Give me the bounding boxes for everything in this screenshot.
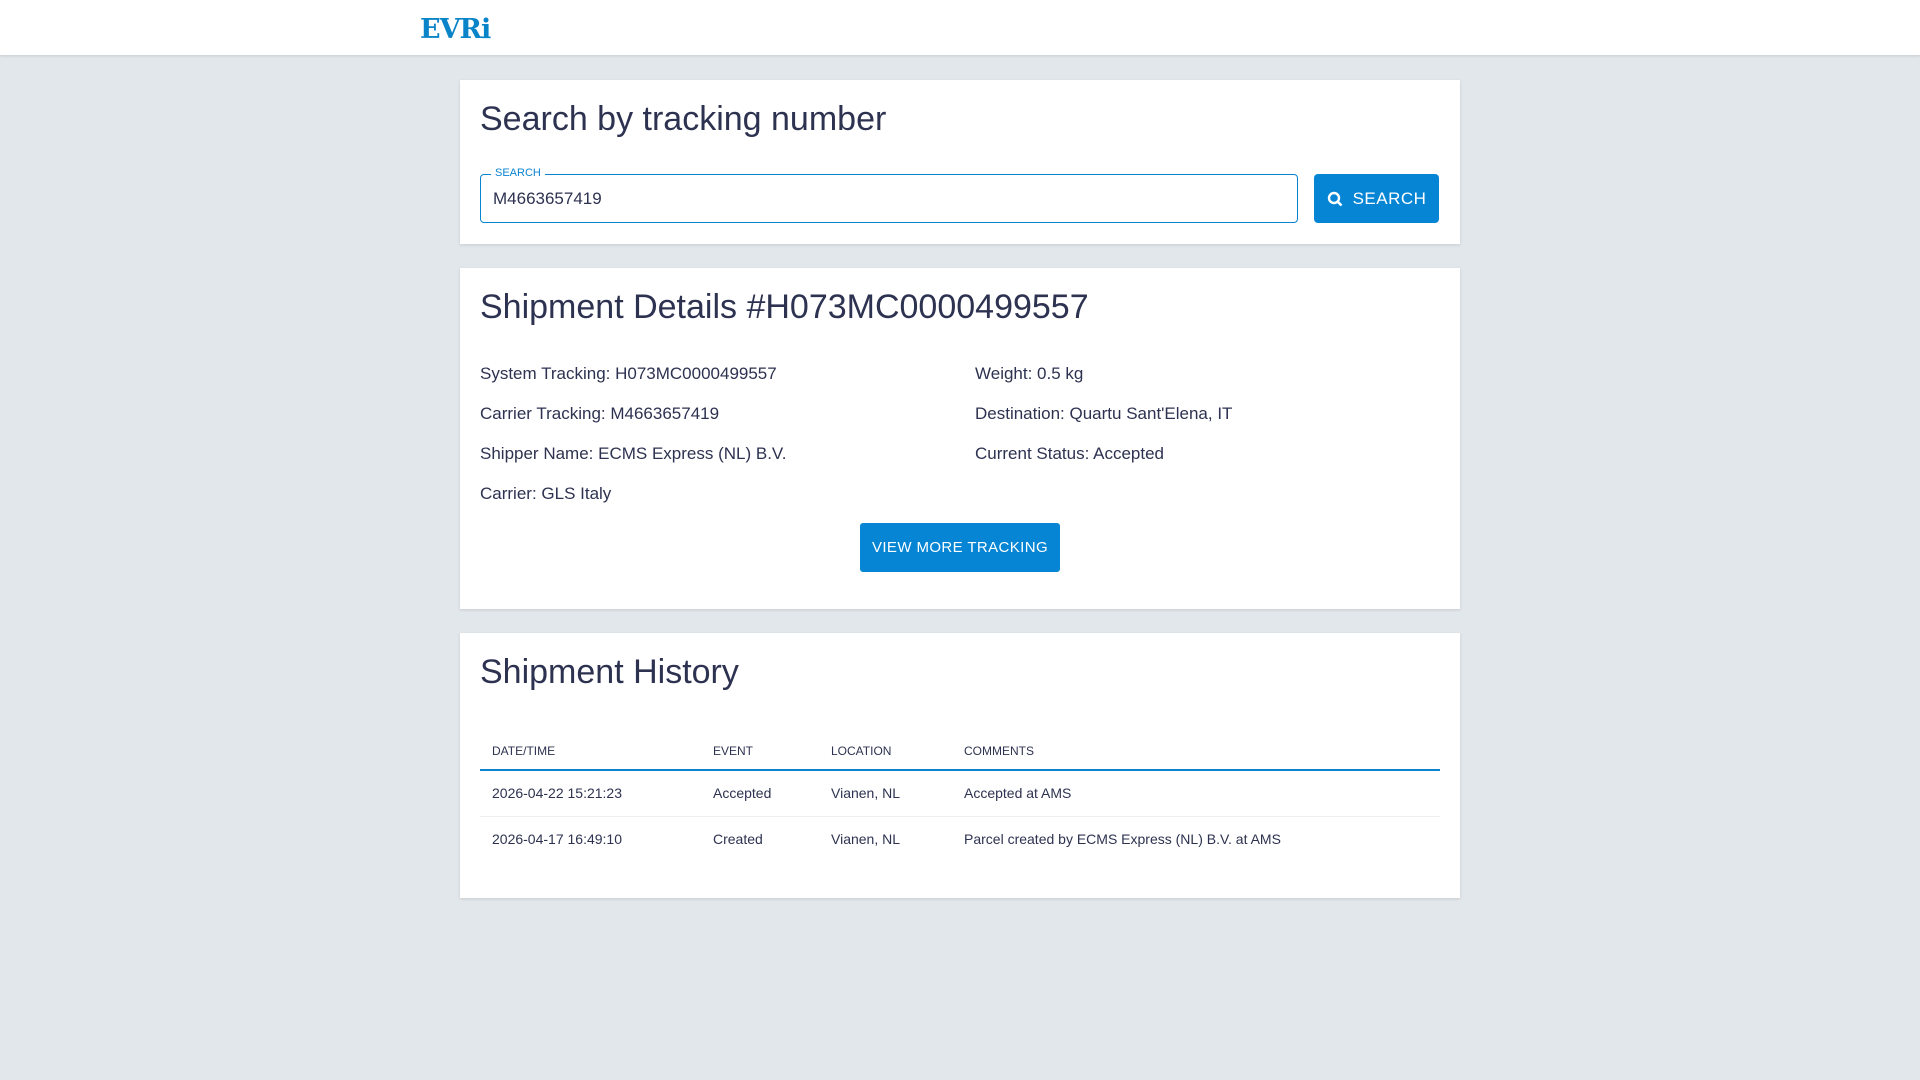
current-status: Current Status: Accepted: [975, 444, 1164, 463]
system-tracking: System Tracking: H073MC0000499557: [480, 364, 777, 383]
destination: Destination: Quartu Sant'Elena, IT: [975, 404, 1233, 423]
column-header: DATE/TIME: [480, 733, 701, 771]
shipment-details-card: Shipment Details #H073MC0000499557 Syste…: [460, 268, 1460, 609]
cell-datetime: 2026-04-17 16:49:10: [492, 831, 622, 848]
carrier: Carrier: GLS Italy: [480, 484, 612, 503]
cell-comments: Parcel created by ECMS Express (NL) B.V.…: [964, 831, 1281, 848]
search-icon: [1327, 191, 1342, 206]
details-title: Shipment Details #H073MC0000499557: [480, 288, 1089, 326]
search-field-label: SEARCH: [491, 167, 545, 179]
search-button-label: SEARCH: [1352, 188, 1427, 208]
column-header: LOCATION: [819, 733, 952, 771]
table-row: 2026-04-17 16:49:10 Created Vianen, NL P…: [480, 816, 1440, 862]
shipment-history-card: Shipment History DATE/TIME EVENT LOCATIO…: [460, 633, 1460, 898]
column-header: COMMENTS: [952, 733, 1440, 771]
history-title: Shipment History: [480, 653, 739, 691]
table-row: 2026-04-22 15:21:23 Accepted Vianen, NL …: [480, 770, 1440, 817]
weight: Weight: 0.5 kg: [975, 364, 1084, 383]
shipper-name: Shipper Name: ECMS Express (NL) B.V.: [480, 444, 787, 463]
top-header: EVRi: [0, 0, 1920, 55]
search-card: Search by tracking number SEARCH SEARCH: [460, 80, 1460, 244]
cell-event: Created: [713, 831, 763, 848]
column-header: EVENT: [701, 733, 819, 771]
carrier-tracking: Carrier Tracking: M4663657419: [480, 404, 720, 423]
search-field[interactable]: SEARCH: [480, 167, 1298, 223]
search-title: Search by tracking number: [480, 100, 887, 138]
search-input[interactable]: [481, 175, 1297, 222]
view-more-tracking-button[interactable]: VIEW MORE TRACKING: [860, 523, 1060, 572]
search-button[interactable]: SEARCH: [1314, 174, 1439, 223]
cell-location: Vianen, NL: [831, 831, 901, 848]
cell-datetime: 2026-04-22 15:21:23: [480, 770, 701, 817]
cell-event: Accepted: [701, 770, 819, 817]
cell-location: Vianen, NL: [819, 770, 952, 817]
history-table: DATE/TIME EVENT LOCATION COMMENTS 2026-0…: [480, 733, 1440, 862]
evri-logo[interactable]: EVRi: [420, 14, 491, 45]
table-header-row: DATE/TIME EVENT LOCATION COMMENTS: [480, 733, 1440, 771]
cell-comments: Accepted at AMS: [952, 770, 1440, 817]
